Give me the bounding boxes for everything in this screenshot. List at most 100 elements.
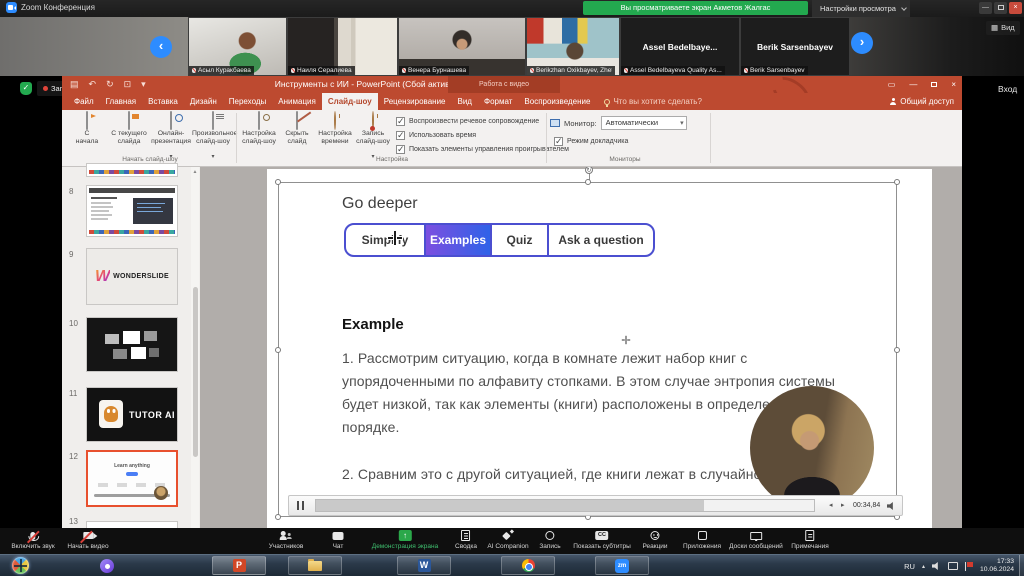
segment-simplify[interactable]: Simplify: [346, 225, 426, 255]
participant-video-4[interactable]: Berikzhan Oxikbayev, Zhetysu...: [526, 17, 620, 76]
segment-quiz[interactable]: Quiz: [492, 225, 549, 255]
participant-video-3[interactable]: Венера Бурнашева: [398, 17, 526, 76]
presenter-mode-checkbox[interactable]: Режим докладчика: [554, 137, 628, 146]
apps-button[interactable]: Приложения: [683, 530, 721, 550]
redo-icon[interactable]: ↻: [106, 77, 114, 92]
language-indicator[interactable]: RU: [904, 562, 915, 571]
tab-file[interactable]: Файл: [68, 93, 100, 110]
taskbar-zoom-button[interactable]: zm: [595, 556, 649, 575]
show-desktop-button[interactable]: [1019, 555, 1024, 576]
selection-handle[interactable]: [275, 347, 281, 353]
alice-assistant-icon[interactable]: [100, 559, 114, 573]
tab-transitions[interactable]: Переходы: [223, 93, 273, 110]
hide-slide-button[interactable]: Скрыть слайд: [278, 112, 316, 163]
share-button[interactable]: Общий доступ: [889, 93, 954, 110]
close-button[interactable]: ×: [1009, 2, 1022, 14]
slide-editing-area[interactable]: Go deeper Simplify Examples Quiz Ask a q…: [267, 169, 932, 528]
participant-tile-6[interactable]: Berik Sarsenbayev Berik Sarsenbayev: [740, 17, 850, 76]
slide-thumbnail-8[interactable]: [86, 185, 178, 237]
participant-video-2[interactable]: Наиля Сералиева: [287, 17, 398, 76]
tab-animations[interactable]: Анимация: [272, 93, 322, 110]
monitor-select[interactable]: Автоматически: [601, 116, 687, 130]
progress-track[interactable]: [315, 499, 815, 512]
signin-label[interactable]: Вход: [998, 84, 1017, 94]
scroll-up-icon[interactable]: ▲: [193, 169, 198, 175]
tell-me-box[interactable]: Что вы хотите сделать?: [604, 93, 701, 110]
chat-button[interactable]: Чат: [333, 530, 344, 550]
action-center-flag-icon[interactable]: [965, 562, 973, 571]
selection-handle[interactable]: [275, 179, 281, 185]
step-forward-icon[interactable]: ▸: [841, 502, 845, 510]
participant-video-1[interactable]: Асыл Куракбаева: [188, 17, 287, 76]
record-button[interactable]: Запись: [539, 530, 560, 550]
save-icon[interactable]: ▤: [70, 77, 79, 92]
captions-button[interactable]: Показать субтитры: [573, 530, 631, 550]
participant-tile-5[interactable]: Assel Bedelbaye... Assel Bedelbayeva Qua…: [620, 17, 740, 76]
undo-icon[interactable]: ↶: [89, 77, 97, 92]
customize-qat-icon[interactable]: ▾: [141, 77, 146, 92]
mute-button[interactable]: Включить звук: [11, 530, 54, 550]
panel-scrollbar[interactable]: ▲: [191, 167, 199, 528]
start-slideshow-icon[interactable]: ⊡: [124, 77, 132, 92]
maximize-button[interactable]: [994, 2, 1007, 14]
start-video-button[interactable]: Начать видео: [67, 530, 108, 550]
slide-thumbnail-7[interactable]: [86, 163, 178, 177]
presenter-video-overlay[interactable]: [750, 386, 874, 510]
summary-button[interactable]: Сводка: [455, 530, 477, 550]
minimize-button[interactable]: —: [979, 2, 992, 14]
tray-expand-icon[interactable]: ▴: [922, 563, 925, 570]
pause-icon[interactable]: [297, 501, 304, 510]
volume-tray-icon[interactable]: [932, 562, 941, 570]
segment-examples[interactable]: Examples: [426, 225, 492, 255]
next-participants-button[interactable]: ›: [851, 32, 873, 54]
view-settings-dropdown[interactable]: Настройки просмотра: [812, 0, 910, 17]
show-media-controls-checkbox[interactable]: Показать элементы управления проигрывате…: [396, 142, 569, 156]
play-narrations-checkbox[interactable]: Воспроизвести речевое сопровождение: [396, 114, 569, 128]
ribbon-display-options-icon[interactable]: ▭: [888, 76, 896, 93]
rotation-handle[interactable]: ↻: [585, 167, 593, 174]
folder-icon: [308, 561, 322, 571]
display-tray-icon[interactable]: [948, 562, 958, 570]
whiteboards-button[interactable]: Доски сообщений: [729, 530, 783, 550]
ppt-restore-button[interactable]: [931, 76, 937, 93]
previous-participants-button[interactable]: ‹: [150, 36, 172, 58]
slide-thumbnail-12-selected[interactable]: Learn anything: [86, 450, 178, 507]
taskbar-powerpoint-button[interactable]: P: [212, 556, 266, 575]
participants-button[interactable]: Участников: [269, 530, 304, 550]
taskbar-chrome-button[interactable]: [501, 556, 555, 575]
selection-handle[interactable]: [894, 179, 900, 185]
start-button[interactable]: [12, 557, 29, 574]
powerpoint-icon: P: [233, 559, 246, 572]
volume-icon[interactable]: [887, 502, 896, 510]
selection-handle[interactable]: [275, 514, 281, 520]
clock[interactable]: 17:33 10.06.2024: [980, 558, 1014, 574]
slide-thumbnail-10[interactable]: [86, 317, 178, 372]
step-back-icon[interactable]: ◂: [829, 502, 833, 510]
tab-insert[interactable]: Вставка: [142, 93, 184, 110]
use-timings-checkbox[interactable]: Использовать время: [396, 128, 569, 142]
ai-companion-button[interactable]: AI Companion: [487, 530, 528, 550]
reactions-button[interactable]: Реакции: [642, 530, 667, 550]
taskbar-word-button[interactable]: W: [397, 556, 451, 575]
notes-button[interactable]: Примечания: [791, 530, 829, 550]
slide-thumbnail-9[interactable]: W WONDERSLIDE: [86, 248, 178, 305]
selection-handle[interactable]: [894, 347, 900, 353]
selection-handle[interactable]: [585, 179, 591, 185]
taskbar-explorer-button[interactable]: [288, 556, 342, 575]
tab-playback[interactable]: Воспроизведение: [518, 93, 596, 110]
ppt-close-button[interactable]: ×: [951, 76, 956, 93]
share-screen-button[interactable]: Демонстрация экрана: [372, 530, 438, 550]
scrollbar-thumb[interactable]: [193, 287, 198, 457]
tab-review[interactable]: Рецензирование: [378, 93, 452, 110]
view-button[interactable]: ▦ Вид: [986, 21, 1020, 35]
tab-home[interactable]: Главная: [100, 93, 142, 110]
tab-slideshow[interactable]: Слайд-шоу: [322, 93, 378, 110]
security-shield-icon[interactable]: ✓: [20, 82, 32, 95]
ppt-minimize-button[interactable]: —: [909, 76, 917, 93]
segment-ask-question[interactable]: Ask a question: [549, 225, 653, 255]
tab-design[interactable]: Дизайн: [184, 93, 223, 110]
slide-thumbnail-11[interactable]: TUTOR AI: [86, 387, 178, 442]
tab-view[interactable]: Вид: [452, 93, 478, 110]
tab-format[interactable]: Формат: [478, 93, 518, 110]
setup-slideshow-button[interactable]: Настройка слайд-шоу: [240, 112, 278, 163]
